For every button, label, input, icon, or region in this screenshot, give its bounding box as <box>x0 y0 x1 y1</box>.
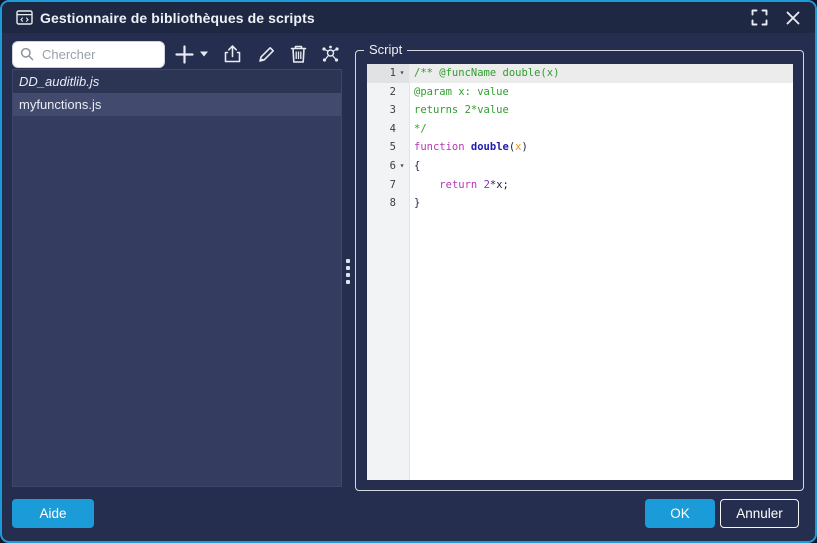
search-box <box>12 41 165 68</box>
code-text: return 2*x; <box>409 176 793 195</box>
list-item[interactable]: DD_auditlib.js <box>13 70 341 93</box>
delete-icon[interactable] <box>290 41 307 67</box>
line-number: 1 <box>390 64 396 83</box>
code-text: returns 2*value <box>409 101 793 120</box>
cancel-button[interactable]: Annuler <box>720 499 799 528</box>
code-text: @param x: value <box>409 83 793 102</box>
code-line: 1▾/** @funcName double(x) <box>367 64 793 83</box>
code-text: { <box>409 157 793 176</box>
list-item[interactable]: myfunctions.js <box>13 93 341 116</box>
line-number: 8 <box>390 194 396 213</box>
line-number: 3 <box>390 101 396 120</box>
titlebar-controls <box>751 2 801 33</box>
code-text: */ <box>409 120 793 139</box>
help-button[interactable]: Aide <box>12 499 94 528</box>
add-icon[interactable] <box>174 41 195 67</box>
script-library-manager-dialog: Gestionnaire de bibliothèques de scripts <box>0 0 817 543</box>
fold-toggle-icon[interactable]: ▾ <box>397 157 407 176</box>
code-line: 2 @param x: value <box>367 83 793 102</box>
fold-toggle-icon[interactable]: ▾ <box>397 64 407 83</box>
line-number-cell: 2 <box>367 83 409 102</box>
script-groupbox-legend: Script <box>364 42 407 57</box>
line-number: 7 <box>390 176 396 195</box>
line-number-cell: 1▾ <box>367 64 409 83</box>
script-window-icon <box>16 10 33 25</box>
ok-button[interactable]: OK <box>645 499 715 528</box>
line-number: 4 <box>390 120 396 139</box>
add-dropdown-arrow-icon[interactable] <box>199 41 209 67</box>
script-groupbox: Script 1▾/** @funcName double(x)2@param … <box>355 50 804 491</box>
dialog-title: Gestionnaire de bibliothèques de scripts <box>40 10 315 26</box>
line-number-cell: 6▾ <box>367 157 409 176</box>
line-number: 6 <box>390 157 396 176</box>
code-text: /** @funcName double(x) <box>409 64 793 83</box>
api-functions-icon[interactable] <box>320 41 341 67</box>
script-file-list: DD_auditlib.jsmyfunctions.js <box>12 69 342 487</box>
code-line: 8} <box>367 194 793 213</box>
edit-icon[interactable] <box>257 41 276 67</box>
search-input[interactable] <box>40 46 157 63</box>
maximize-icon[interactable] <box>751 9 768 26</box>
line-number-cell: 3 <box>367 101 409 120</box>
line-number-cell: 8 <box>367 194 409 213</box>
code-text: } <box>409 194 793 213</box>
code-editor[interactable]: 1▾/** @funcName double(x)2@param x: valu… <box>367 64 793 480</box>
search-toolbar-row <box>12 40 341 68</box>
line-number-cell: 5 <box>367 138 409 157</box>
line-number: 5 <box>390 138 396 157</box>
search-icon <box>20 47 34 61</box>
close-icon[interactable] <box>784 9 801 26</box>
code-line: 3 returns 2*value <box>367 101 793 120</box>
code-text: function double(x) <box>409 138 793 157</box>
line-number: 2 <box>390 83 396 102</box>
export-icon[interactable] <box>223 41 242 67</box>
titlebar: Gestionnaire de bibliothèques de scripts <box>2 2 815 33</box>
code-line: 4 */ <box>367 120 793 139</box>
code-line: 5 function double(x) <box>367 138 793 157</box>
line-number-cell: 7 <box>367 176 409 195</box>
line-number-cell: 4 <box>367 120 409 139</box>
splitter-handle[interactable] <box>344 255 352 287</box>
script-toolbar <box>174 41 341 67</box>
code-line: 7 return 2*x; <box>367 176 793 195</box>
code-line: 6▾{ <box>367 157 793 176</box>
